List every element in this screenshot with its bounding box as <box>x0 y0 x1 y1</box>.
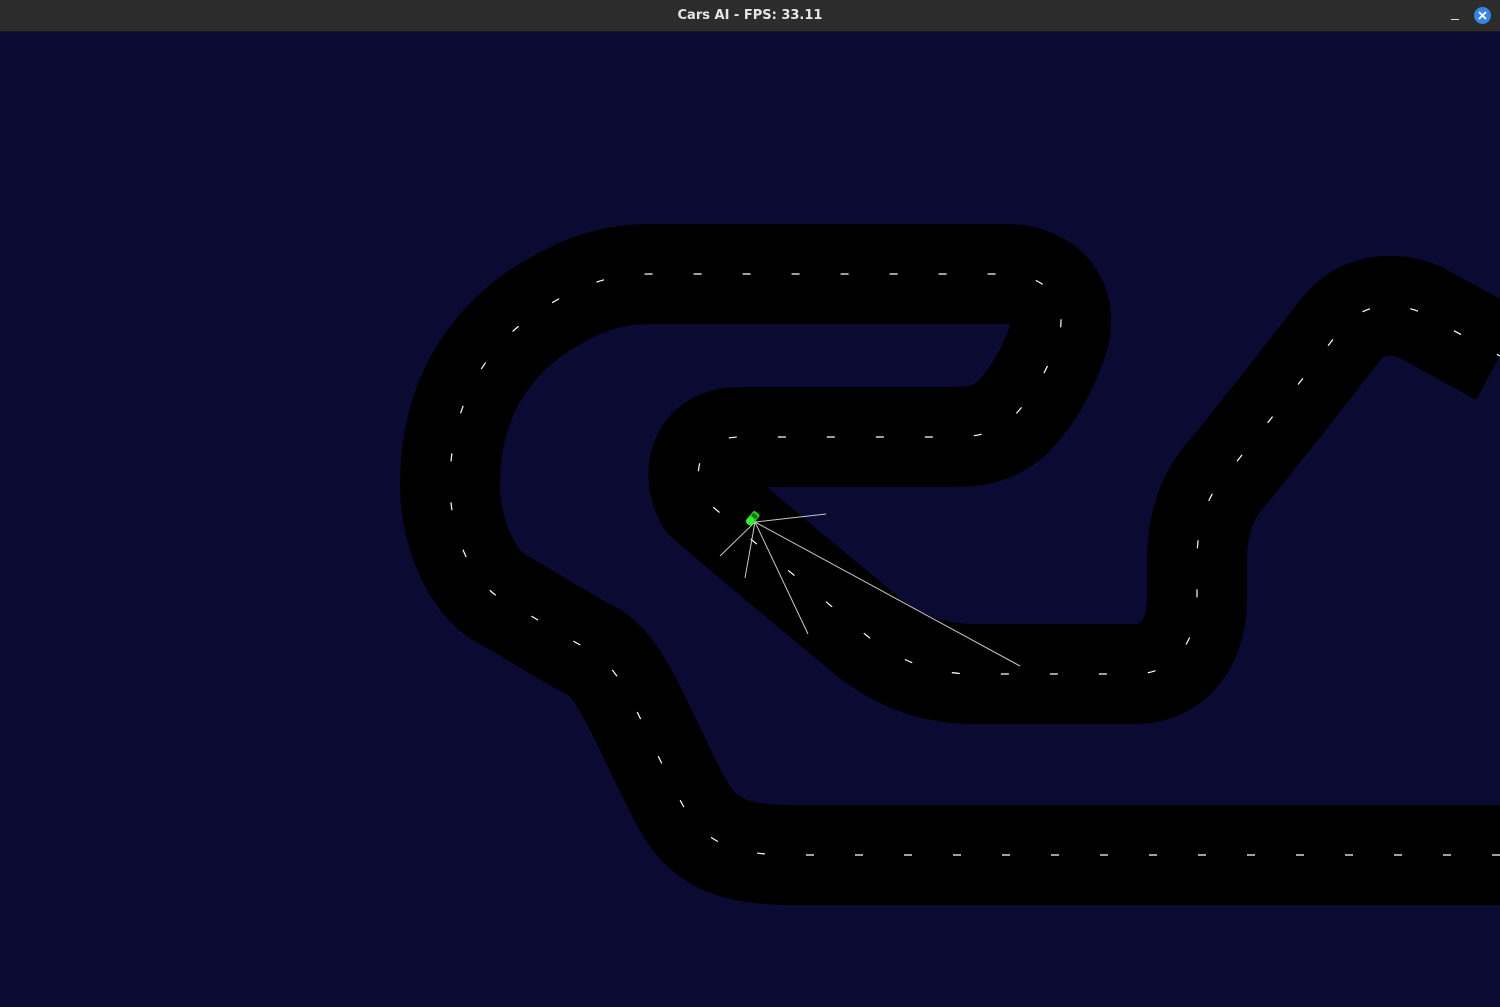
window-title: Cars AI - FPS: 33.11 <box>677 8 823 23</box>
minimize-button[interactable] <box>1446 8 1464 26</box>
title-bar[interactable]: Cars AI - FPS: 33.11 <box>0 0 1500 32</box>
race-track <box>400 224 1500 905</box>
close-button[interactable] <box>1474 7 1491 24</box>
game-canvas <box>0 32 1500 1007</box>
race-scene <box>400 224 1500 905</box>
app-window: Cars AI - FPS: 33.11 <box>0 0 1500 1007</box>
close-icon <box>1478 11 1487 20</box>
